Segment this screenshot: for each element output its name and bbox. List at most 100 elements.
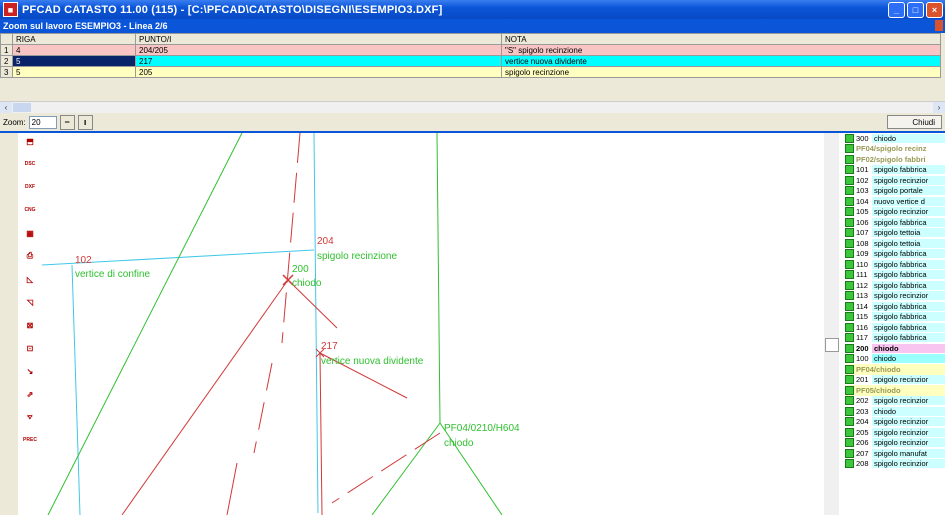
zoom-input[interactable] bbox=[28, 115, 57, 129]
point-status-icon[interactable] bbox=[845, 144, 854, 154]
tool-icon-1[interactable]: ⬒ bbox=[22, 133, 38, 149]
point-status-icon[interactable] bbox=[845, 238, 854, 248]
panel-close-icon[interactable] bbox=[935, 20, 943, 31]
point-status-icon[interactable] bbox=[845, 438, 854, 448]
point-list-item[interactable]: 201 spigolo recinzior bbox=[845, 375, 945, 386]
point-status-icon[interactable] bbox=[845, 196, 854, 206]
cad-drawing[interactable] bbox=[42, 133, 820, 515]
point-list-item[interactable]: 108 spigolo tettoia bbox=[845, 238, 945, 249]
tool-icon-measure[interactable]: ◺ bbox=[22, 271, 38, 287]
point-list-item[interactable]: 114 spigolo fabbrica bbox=[845, 301, 945, 312]
point-status-icon[interactable] bbox=[845, 364, 854, 374]
cell-riga[interactable]: 5 bbox=[12, 66, 136, 78]
point-list-item[interactable]: PF05/chiodo bbox=[845, 385, 945, 396]
cell-punto[interactable]: 204/205 bbox=[135, 44, 502, 56]
point-status-icon[interactable] bbox=[845, 406, 854, 416]
point-status-icon[interactable] bbox=[845, 343, 854, 353]
point-list-item[interactable]: PF04/chiodo bbox=[845, 364, 945, 375]
tool-icon-polygon[interactable]: ◹ bbox=[22, 294, 38, 310]
vertical-scrollbar[interactable] bbox=[824, 133, 839, 515]
cell-nota[interactable]: "S" spigolo recinzione bbox=[501, 44, 941, 56]
point-list-item[interactable]: 200 chiodo bbox=[845, 343, 945, 354]
point-list-item[interactable]: 208 spigolo recinzior bbox=[845, 459, 945, 470]
point-status-icon[interactable] bbox=[845, 228, 854, 238]
point-list-item[interactable]: 103 spigolo portale bbox=[845, 186, 945, 197]
horizontal-scrollbar[interactable]: ‹ › bbox=[0, 101, 945, 113]
point-list-item[interactable]: 202 spigolo recinzior bbox=[845, 396, 945, 407]
column-header-riga[interactable]: RIGA bbox=[12, 33, 136, 45]
point-status-icon[interactable] bbox=[845, 322, 854, 332]
chiudi-button[interactable]: Chiudi bbox=[887, 115, 942, 129]
scroll-thumb[interactable] bbox=[13, 103, 31, 112]
point-list-item[interactable]: 115 spigolo fabbrica bbox=[845, 312, 945, 323]
point-list-item[interactable]: 106 spigolo fabbrica bbox=[845, 217, 945, 228]
point-status-icon[interactable] bbox=[845, 217, 854, 227]
point-status-icon[interactable] bbox=[845, 459, 854, 469]
column-header-punto[interactable]: PUNTO/I bbox=[135, 33, 502, 45]
point-status-icon[interactable] bbox=[845, 259, 854, 269]
point-list-item[interactable]: 111 spigolo fabbrica bbox=[845, 270, 945, 281]
point-list-item[interactable]: 206 spigolo recinzior bbox=[845, 438, 945, 449]
close-button[interactable]: × bbox=[926, 2, 943, 18]
table-row[interactable]: 2 5 217 vertice nuova dividente bbox=[0, 55, 941, 67]
point-list-item[interactable]: 113 spigolo recinzior bbox=[845, 291, 945, 302]
point-status-icon[interactable] bbox=[845, 291, 854, 301]
point-status-icon[interactable] bbox=[845, 396, 854, 406]
point-list-item[interactable]: 116 spigolo fabbrica bbox=[845, 322, 945, 333]
tool-icon-print[interactable]: ⎙ bbox=[22, 248, 38, 264]
table-row[interactable]: 3 5 205 spigolo recinzione bbox=[0, 66, 941, 78]
cad-canvas[interactable]: 204 spigolo recinzione 102 vertice di co… bbox=[42, 133, 820, 515]
tool-icon-line[interactable]: ↘ bbox=[22, 363, 38, 379]
point-list-item[interactable]: 107 spigolo tettoia bbox=[845, 228, 945, 239]
point-status-icon[interactable] bbox=[845, 175, 854, 185]
point-list-item[interactable]: 101 spigolo fabbrica bbox=[845, 165, 945, 176]
point-status-icon[interactable] bbox=[845, 280, 854, 290]
point-status-icon[interactable] bbox=[845, 270, 854, 280]
point-status-icon[interactable] bbox=[845, 186, 854, 196]
point-status-icon[interactable] bbox=[845, 333, 854, 343]
point-list-item[interactable]: 205 spigolo recinzior bbox=[845, 427, 945, 438]
maximize-button[interactable]: □ bbox=[907, 2, 924, 18]
point-status-icon[interactable] bbox=[845, 207, 854, 217]
tool-icon-prec[interactable]: PREC bbox=[22, 432, 38, 448]
minimize-button[interactable]: _ bbox=[888, 2, 905, 18]
point-list-item[interactable]: 112 spigolo fabbrica bbox=[845, 280, 945, 291]
point-list-item[interactable]: 204 spigolo recinzior bbox=[845, 417, 945, 428]
point-status-icon[interactable] bbox=[845, 375, 854, 385]
point-status-icon[interactable] bbox=[845, 301, 854, 311]
tool-icon-dxf[interactable]: DXF bbox=[22, 179, 38, 195]
vertical-scroll-thumb[interactable] bbox=[825, 338, 839, 352]
table-row[interactable]: 1 4 204/205 "S" spigolo recinzione bbox=[0, 44, 941, 56]
cell-riga[interactable]: 4 bbox=[12, 44, 136, 56]
point-status-icon[interactable] bbox=[845, 417, 854, 427]
tool-icon-grid2[interactable]: ⊠ bbox=[22, 317, 38, 333]
cell-punto[interactable]: 217 bbox=[135, 55, 502, 67]
point-status-icon[interactable] bbox=[845, 385, 854, 395]
zoom-in-button[interactable]: ı bbox=[77, 114, 93, 130]
tool-icon-grid[interactable]: ▦ bbox=[22, 225, 38, 241]
scroll-right-icon[interactable]: › bbox=[933, 102, 945, 113]
point-status-icon[interactable] bbox=[845, 427, 854, 437]
point-list-item[interactable]: 117 spigolo fabbrica bbox=[845, 333, 945, 344]
point-status-icon[interactable] bbox=[845, 133, 854, 143]
point-list-item[interactable]: PF04/spigolo recinz bbox=[845, 144, 945, 155]
point-list-item[interactable]: 104 nuovo vertice d bbox=[845, 196, 945, 207]
point-list-item[interactable]: 102 spigolo recinzior bbox=[845, 175, 945, 186]
cell-punto[interactable]: 205 bbox=[135, 66, 502, 78]
point-list-item[interactable]: 110 spigolo fabbrica bbox=[845, 259, 945, 270]
point-status-icon[interactable] bbox=[845, 312, 854, 322]
point-status-icon[interactable] bbox=[845, 354, 854, 364]
tool-icon-cng[interactable]: CNG bbox=[22, 202, 38, 218]
tool-icon-chart[interactable]: ⦡ bbox=[22, 409, 38, 425]
cell-nota[interactable]: vertice nuova dividente bbox=[501, 55, 941, 67]
point-list-item[interactable]: 100 chiodo bbox=[845, 354, 945, 365]
point-status-icon[interactable] bbox=[845, 448, 854, 458]
point-list-item[interactable]: 105 spigolo recinzior bbox=[845, 207, 945, 218]
scroll-left-icon[interactable]: ‹ bbox=[0, 102, 12, 113]
point-list-item[interactable]: 300 chiodo bbox=[845, 133, 945, 144]
point-list-item[interactable]: 203 chiodo bbox=[845, 406, 945, 417]
cell-nota[interactable]: spigolo recinzione bbox=[501, 66, 941, 78]
point-list-item[interactable]: 109 spigolo fabbrica bbox=[845, 249, 945, 260]
tool-icon-dsc[interactable]: DSC bbox=[22, 156, 38, 172]
cell-riga-selected[interactable]: 5 bbox=[12, 55, 136, 67]
